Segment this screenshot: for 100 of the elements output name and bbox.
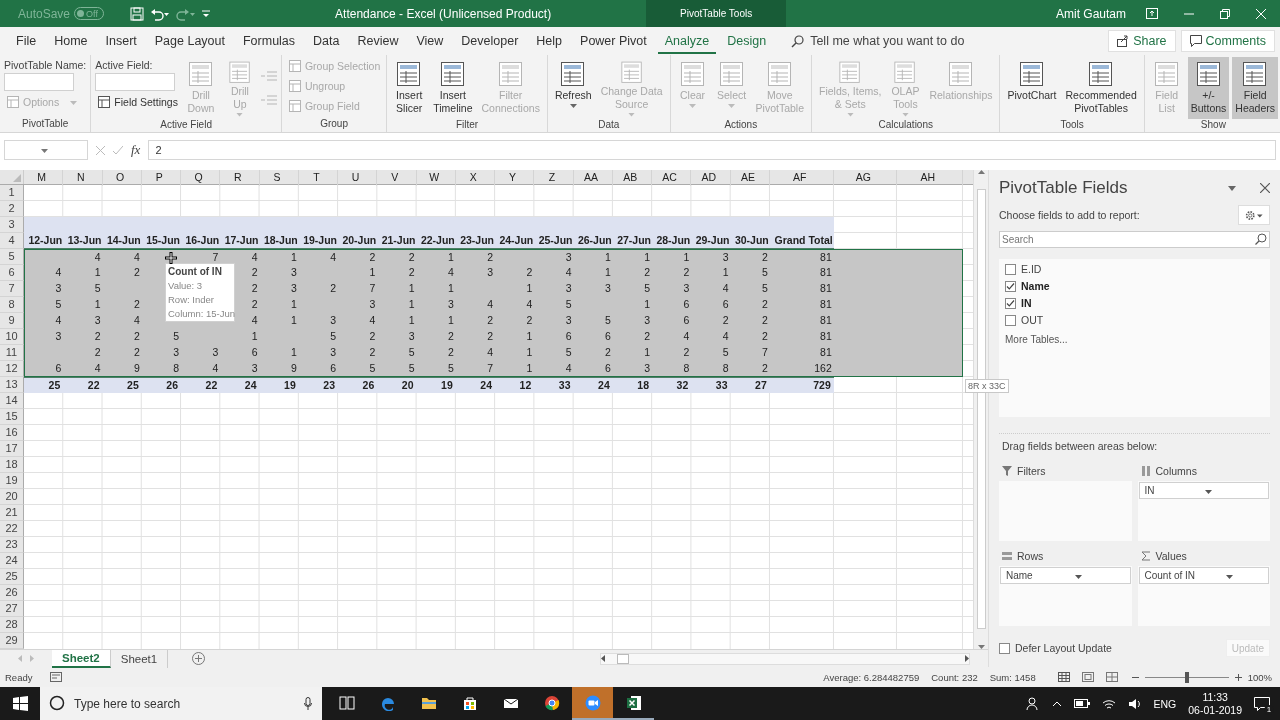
row-header[interactable]: 24 bbox=[0, 553, 24, 569]
column-header[interactable]: AG bbox=[833, 170, 897, 186]
row-header[interactable]: 25 bbox=[0, 569, 24, 585]
table-cell[interactable]: 2 bbox=[574, 345, 614, 359]
ribbon-tab[interactable]: Design bbox=[720, 28, 774, 54]
table-cell[interactable]: 6 bbox=[25, 361, 65, 375]
table-cell[interactable]: 5 bbox=[731, 281, 771, 295]
clock-date[interactable]: 06-01-2019 bbox=[1188, 703, 1242, 717]
column-label[interactable]: 16-Jun bbox=[181, 233, 221, 249]
horizontal-scrollbar[interactable] bbox=[600, 652, 970, 665]
table-cell[interactable]: 2 bbox=[731, 313, 771, 327]
checkbox-icon[interactable] bbox=[999, 642, 1010, 654]
total-cell[interactable]: 25 bbox=[24, 378, 64, 394]
column-header[interactable]: U bbox=[338, 170, 378, 186]
settings-button[interactable] bbox=[1238, 205, 1270, 225]
total-cell[interactable]: 19 bbox=[416, 378, 456, 394]
table-cell[interactable]: 6 bbox=[299, 361, 339, 375]
table-cell[interactable]: 4 bbox=[103, 250, 143, 264]
column-label[interactable]: 15-Jun bbox=[141, 233, 181, 249]
table-cell[interactable]: 4 bbox=[25, 265, 65, 279]
table-cell[interactable]: 2 bbox=[417, 345, 457, 359]
column-label[interactable]: 24-Jun bbox=[495, 233, 535, 249]
table-cell[interactable]: 2 bbox=[103, 345, 143, 359]
scroll-thumb[interactable] bbox=[617, 653, 629, 664]
scroll-up-icon[interactable] bbox=[977, 170, 985, 174]
table-cell[interactable]: 1 bbox=[378, 313, 418, 327]
total-cell[interactable]: 18 bbox=[612, 378, 652, 394]
table-cell[interactable]: 1 bbox=[417, 313, 457, 327]
total-cell[interactable]: 26 bbox=[338, 378, 378, 394]
table-cell[interactable]: 2 bbox=[103, 297, 143, 311]
ribbon-button[interactable]: +/- Buttons bbox=[1187, 57, 1230, 119]
column-header[interactable]: W bbox=[416, 170, 456, 186]
column-label[interactable]: 26-Jun bbox=[573, 233, 613, 249]
column-header[interactable]: S bbox=[259, 170, 299, 186]
table-cell[interactable]: 7 bbox=[182, 250, 222, 264]
ribbon-button[interactable]: Recommended PivotTables bbox=[1062, 57, 1140, 119]
table-cell[interactable]: 6 bbox=[692, 297, 732, 311]
total-cell[interactable]: 32 bbox=[652, 378, 692, 394]
table-cell[interactable]: 4 bbox=[692, 281, 732, 295]
ribbon-tab[interactable]: Data bbox=[306, 28, 347, 54]
table-cell[interactable]: 3 bbox=[535, 281, 575, 295]
table-cell[interactable]: 2 bbox=[496, 265, 536, 279]
total-cell[interactable]: 19 bbox=[259, 378, 299, 394]
row-header[interactable]: 29 bbox=[0, 633, 24, 649]
column-label[interactable]: 30-Jun bbox=[730, 233, 770, 249]
table-cell[interactable]: 5 bbox=[64, 281, 104, 295]
column-header[interactable]: AC bbox=[652, 170, 692, 186]
table-cell[interactable]: 4 bbox=[64, 361, 104, 375]
table-cell[interactable]: 9 bbox=[103, 361, 143, 375]
table-cell[interactable]: 4 bbox=[103, 313, 143, 327]
pane-options-icon[interactable] bbox=[1228, 185, 1236, 191]
table-cell[interactable]: 2 bbox=[103, 265, 143, 279]
ribbon-button[interactable]: Insert Timeline bbox=[430, 57, 476, 119]
table-cell[interactable]: 3 bbox=[378, 329, 418, 343]
column-label[interactable]: 12-Jun bbox=[24, 233, 64, 249]
table-cell[interactable]: 3 bbox=[64, 313, 104, 327]
table-cell[interactable]: 5 bbox=[692, 345, 732, 359]
column-label[interactable]: 14-Jun bbox=[102, 233, 142, 249]
insert-function-button[interactable]: fx bbox=[131, 142, 141, 158]
zoom-in-icon[interactable] bbox=[1234, 673, 1242, 681]
table-cell[interactable]: 3 bbox=[535, 250, 575, 264]
row-header[interactable]: 6 bbox=[0, 265, 24, 281]
battery-icon[interactable] bbox=[1073, 699, 1090, 708]
column-header[interactable]: AA bbox=[573, 170, 613, 186]
table-cell[interactable]: 5 bbox=[731, 265, 771, 279]
total-cell[interactable]: 20 bbox=[377, 378, 417, 394]
table-cell[interactable]: 4 bbox=[417, 265, 457, 279]
table-cell[interactable]: 2 bbox=[456, 329, 496, 343]
column-label[interactable]: Grand Total bbox=[769, 233, 834, 249]
table-cell[interactable]: 3 bbox=[260, 281, 300, 295]
table-cell[interactable]: 2 bbox=[613, 329, 653, 343]
ribbon-display-icon[interactable] bbox=[1146, 8, 1158, 19]
row-header[interactable]: 19 bbox=[0, 473, 24, 489]
table-cell[interactable]: 1 bbox=[692, 265, 732, 279]
table-cell[interactable]: 4 bbox=[456, 297, 496, 311]
search-icon[interactable] bbox=[791, 34, 805, 48]
column-header[interactable]: AB bbox=[612, 170, 652, 186]
people-icon[interactable] bbox=[1025, 696, 1040, 711]
ribbon-tab[interactable]: Review bbox=[350, 28, 406, 54]
ribbon-tab[interactable]: Developer bbox=[454, 28, 526, 54]
total-cell[interactable]: 25 bbox=[102, 378, 142, 394]
table-cell[interactable]: 1 bbox=[260, 250, 300, 264]
table-cell[interactable]: 1 bbox=[496, 329, 536, 343]
column-header[interactable]: R bbox=[220, 170, 260, 186]
scroll-right-icon[interactable] bbox=[965, 655, 969, 662]
column-header[interactable]: Z bbox=[534, 170, 574, 186]
table-cell[interactable]: 81 bbox=[770, 250, 835, 264]
table-cell[interactable]: 2 bbox=[456, 250, 496, 264]
table-cell[interactable]: 2 bbox=[417, 329, 457, 343]
table-cell[interactable]: 3 bbox=[613, 361, 653, 375]
field-pill[interactable]: Count of IN bbox=[1138, 567, 1269, 584]
column-header[interactable]: AH bbox=[896, 170, 963, 186]
table-cell[interactable]: 1 bbox=[378, 297, 418, 311]
row-header[interactable]: 11 bbox=[0, 345, 24, 361]
table-cell[interactable]: 9 bbox=[260, 361, 300, 375]
table-cell[interactable]: 5 bbox=[299, 329, 339, 343]
field-checkbox[interactable]: IN bbox=[1005, 295, 1270, 311]
table-cell[interactable]: 4 bbox=[221, 250, 261, 264]
table-cell[interactable]: 3 bbox=[25, 329, 65, 343]
total-cell[interactable]: 12 bbox=[495, 378, 535, 394]
